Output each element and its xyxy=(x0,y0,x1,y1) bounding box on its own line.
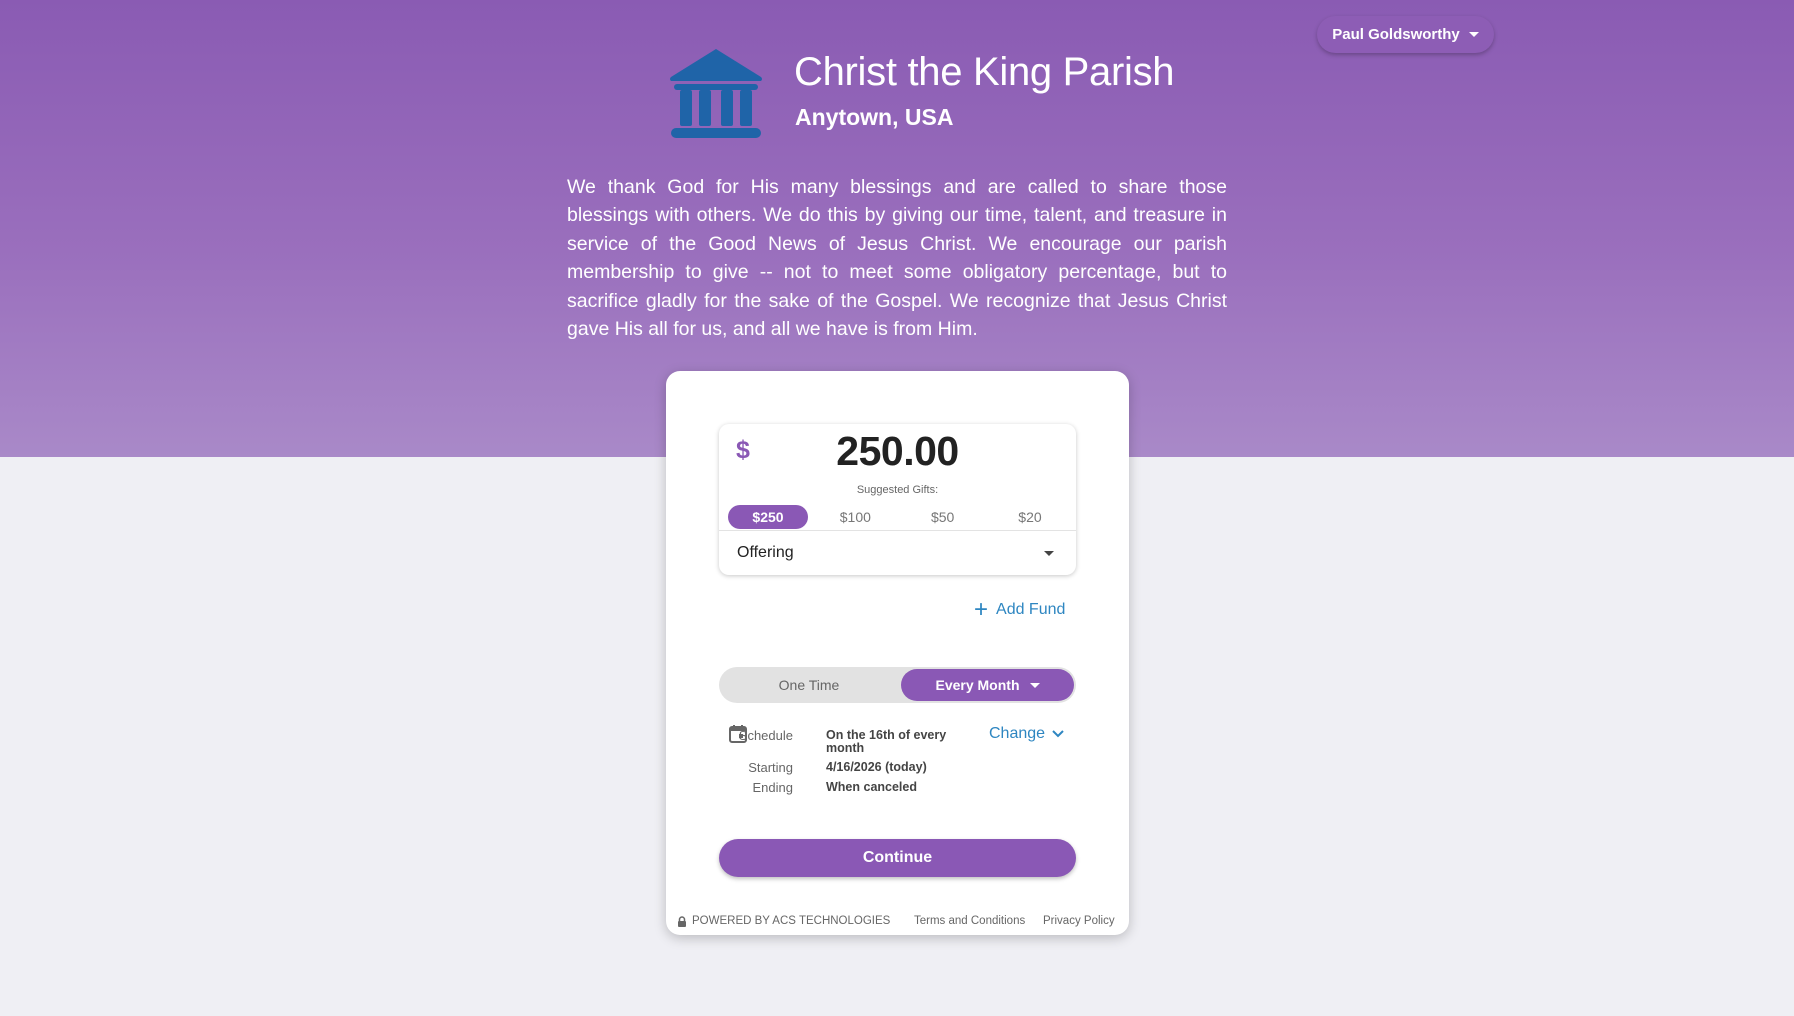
terms-link[interactable]: Terms and Conditions xyxy=(914,915,1025,927)
privacy-link[interactable]: Privacy Policy xyxy=(1043,915,1115,927)
mission-statement: We thank God for His many blessings and … xyxy=(567,176,1227,341)
suggested-gift-chip[interactable]: $20 xyxy=(990,505,1070,529)
suggested-gifts-label: Suggested Gifts: xyxy=(856,484,939,496)
amount-input[interactable]: 250.00 xyxy=(719,428,1076,475)
caret-down-icon xyxy=(1029,682,1040,688)
chevron-down-icon xyxy=(1052,730,1064,738)
powered-by-text: POWERED BY ACS TECHNOLOGIES xyxy=(692,915,891,927)
one-time-option[interactable]: One Time xyxy=(719,667,899,703)
parish-location: Anytown, USA xyxy=(795,104,954,130)
schedule-label: Schedule xyxy=(738,728,793,743)
giving-card: $ 250.00 Suggested Gifts: $250 $100 $50 … xyxy=(666,371,1129,935)
caret-down-icon xyxy=(1044,550,1054,556)
bank-building-icon xyxy=(670,49,762,138)
suggested-gifts: $250 $100 $50 $20 xyxy=(728,505,1070,529)
user-name: Paul Goldsworthy xyxy=(1332,26,1460,43)
amount-box: $ 250.00 Suggested Gifts: $250 $100 $50 … xyxy=(719,424,1076,575)
suggested-gift-chip[interactable]: $250 xyxy=(728,505,808,529)
continue-button[interactable]: Continue xyxy=(719,839,1076,877)
plus-icon: + xyxy=(974,596,989,623)
fund-select[interactable]: Offering xyxy=(719,530,1076,575)
every-month-option[interactable]: Every Month xyxy=(901,669,1074,701)
schedule-value: On the 16th of every month xyxy=(826,728,947,755)
suggested-gift-chip[interactable]: $100 xyxy=(815,505,895,529)
powered-by: POWERED BY ACS TECHNOLOGIES xyxy=(677,915,890,927)
change-label: Change xyxy=(989,725,1046,742)
ending-value: When canceled xyxy=(826,780,917,794)
frequency-toggle: One Time Every Month xyxy=(719,667,1076,703)
change-schedule-button[interactable]: Change xyxy=(989,725,1064,743)
caret-down-icon xyxy=(1468,32,1479,37)
every-month-label: Every Month xyxy=(935,677,1020,693)
suggested-gift-chip[interactable]: $50 xyxy=(903,505,983,529)
parish-name: Christ the King Parish xyxy=(794,50,1175,94)
fund-select-value: Offering xyxy=(737,544,794,561)
starting-label: Starting xyxy=(748,760,793,775)
user-menu-button[interactable]: Paul Goldsworthy xyxy=(1317,16,1494,53)
add-fund-button[interactable]: + Add Fund xyxy=(974,596,1066,623)
ending-label: Ending xyxy=(752,780,793,795)
lock-icon xyxy=(678,915,686,927)
add-fund-label: Add Fund xyxy=(996,601,1066,618)
starting-value: 4/16/2026 (today) xyxy=(826,760,927,774)
